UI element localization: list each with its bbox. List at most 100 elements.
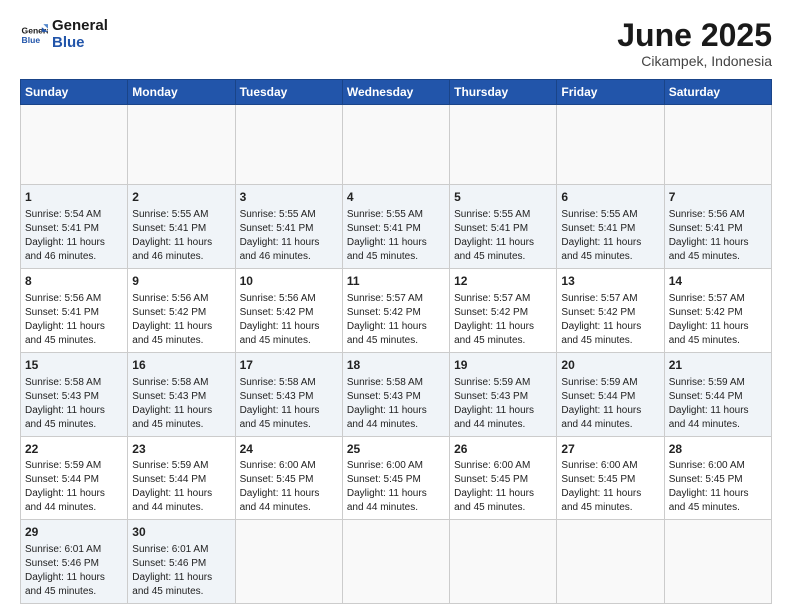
day-info: Sunrise: 5:55 AM: [561, 208, 659, 222]
day-info: Sunrise: 5:57 AM: [454, 292, 552, 306]
day-info: Sunset: 5:44 PM: [561, 390, 659, 404]
day-number: 23: [132, 441, 230, 458]
day-info: Sunset: 5:45 PM: [561, 473, 659, 487]
day-info: Sunset: 5:45 PM: [347, 473, 445, 487]
day-info: and 45 minutes.: [347, 250, 445, 264]
day-info: and 44 minutes.: [25, 501, 123, 515]
calendar-cell: 5Sunrise: 5:55 AMSunset: 5:41 PMDaylight…: [450, 185, 557, 269]
day-info: Daylight: 11 hours: [25, 320, 123, 334]
day-info: Daylight: 11 hours: [25, 487, 123, 501]
day-info: Sunrise: 5:59 AM: [669, 376, 767, 390]
day-info: Daylight: 11 hours: [561, 236, 659, 250]
calendar-subtitle: Cikampek, Indonesia: [617, 53, 772, 69]
day-info: Sunset: 5:41 PM: [347, 222, 445, 236]
calendar-page: General Blue General Blue June 2025 Cika…: [0, 0, 792, 614]
col-tuesday: Tuesday: [235, 80, 342, 105]
day-info: Daylight: 11 hours: [240, 236, 338, 250]
day-number: 22: [25, 441, 123, 458]
day-info: and 45 minutes.: [132, 585, 230, 599]
day-number: 1: [25, 189, 123, 206]
calendar-cell: 26Sunrise: 6:00 AMSunset: 5:45 PMDayligh…: [450, 436, 557, 520]
day-info: Sunset: 5:42 PM: [454, 306, 552, 320]
logo-text: General Blue: [52, 18, 108, 51]
day-info: Sunrise: 5:57 AM: [347, 292, 445, 306]
day-info: and 45 minutes.: [454, 250, 552, 264]
day-info: Sunset: 5:46 PM: [25, 557, 123, 571]
day-info: Daylight: 11 hours: [454, 236, 552, 250]
day-info: Daylight: 11 hours: [561, 404, 659, 418]
day-info: Sunset: 5:43 PM: [132, 390, 230, 404]
day-info: and 44 minutes.: [240, 501, 338, 515]
calendar-cell: 21 Sunrise: 5:59 AMSunset: 5:44 PMDayligh…: [664, 352, 771, 436]
calendar-cell: [557, 105, 664, 185]
day-info: Daylight: 11 hours: [669, 404, 767, 418]
day-info: Sunrise: 5:55 AM: [454, 208, 552, 222]
day-info: and 44 minutes.: [561, 418, 659, 432]
day-info: Sunset: 5:46 PM: [132, 557, 230, 571]
day-number: 14: [669, 273, 767, 290]
day-info: Sunrise: 5:59 AM: [454, 376, 552, 390]
day-info: Sunset: 5:43 PM: [240, 390, 338, 404]
day-info: Sunset: 5:41 PM: [669, 222, 767, 236]
day-number: 7: [669, 189, 767, 206]
day-number: 18: [347, 357, 445, 374]
calendar-cell: 12Sunrise: 5:57 AMSunset: 5:42 PMDayligh…: [450, 268, 557, 352]
day-info: and 45 minutes.: [669, 501, 767, 515]
day-info: Daylight: 11 hours: [347, 236, 445, 250]
day-info: Sunset: 5:41 PM: [561, 222, 659, 236]
day-number: 21: [669, 357, 767, 374]
day-number: 16: [132, 357, 230, 374]
calendar-cell: [235, 520, 342, 604]
day-number: 12: [454, 273, 552, 290]
day-number: 20: [561, 357, 659, 374]
calendar-cell: 1Sunrise: 5:54 AMSunset: 5:41 PMDaylight…: [21, 185, 128, 269]
day-info: Sunrise: 6:01 AM: [132, 543, 230, 557]
day-number: 28: [669, 441, 767, 458]
day-info: Sunrise: 5:57 AM: [561, 292, 659, 306]
day-number: 30: [132, 524, 230, 541]
day-info: Daylight: 11 hours: [25, 404, 123, 418]
day-info: Sunset: 5:44 PM: [669, 390, 767, 404]
day-number: 15: [25, 357, 123, 374]
day-info: Sunset: 5:45 PM: [454, 473, 552, 487]
day-info: Sunset: 5:45 PM: [669, 473, 767, 487]
day-info: Daylight: 11 hours: [132, 404, 230, 418]
day-info: Daylight: 11 hours: [240, 487, 338, 501]
col-sunday: Sunday: [21, 80, 128, 105]
calendar-week-3: 15Sunrise: 5:58 AMSunset: 5:43 PMDayligh…: [21, 352, 772, 436]
day-info: Sunrise: 5:59 AM: [561, 376, 659, 390]
logo: General Blue General Blue: [20, 18, 108, 51]
day-info: Sunset: 5:42 PM: [132, 306, 230, 320]
col-saturday: Saturday: [664, 80, 771, 105]
day-info: and 45 minutes.: [240, 334, 338, 348]
day-info: Daylight: 11 hours: [347, 487, 445, 501]
day-info: Sunset: 5:42 PM: [561, 306, 659, 320]
day-info: Sunset: 5:42 PM: [240, 306, 338, 320]
day-info: Sunrise: 6:00 AM: [454, 459, 552, 473]
day-info: Sunset: 5:41 PM: [240, 222, 338, 236]
day-info: Sunrise: 5:56 AM: [25, 292, 123, 306]
day-info: Sunset: 5:43 PM: [347, 390, 445, 404]
calendar-cell: 14Sunrise: 5:57 AMSunset: 5:42 PMDayligh…: [664, 268, 771, 352]
calendar-cell: [450, 520, 557, 604]
calendar-cell: [664, 520, 771, 604]
day-info: Sunrise: 5:59 AM: [25, 459, 123, 473]
day-info: and 46 minutes.: [25, 250, 123, 264]
calendar-cell: 7Sunrise: 5:56 AMSunset: 5:41 PMDaylight…: [664, 185, 771, 269]
day-info: Sunrise: 5:55 AM: [240, 208, 338, 222]
day-info: Daylight: 11 hours: [132, 320, 230, 334]
col-thursday: Thursday: [450, 80, 557, 105]
day-info: Daylight: 11 hours: [25, 236, 123, 250]
calendar-week-4: 22Sunrise: 5:59 AMSunset: 5:44 PMDayligh…: [21, 436, 772, 520]
day-info: Daylight: 11 hours: [669, 487, 767, 501]
calendar-cell: 27Sunrise: 6:00 AMSunset: 5:45 PMDayligh…: [557, 436, 664, 520]
calendar-week-5: 29Sunrise: 6:01 AMSunset: 5:46 PMDayligh…: [21, 520, 772, 604]
calendar-cell: [450, 105, 557, 185]
day-info: Daylight: 11 hours: [132, 236, 230, 250]
day-info: Sunrise: 6:00 AM: [669, 459, 767, 473]
day-number: 13: [561, 273, 659, 290]
day-info: Sunrise: 5:58 AM: [240, 376, 338, 390]
calendar-cell: 16Sunrise: 5:58 AMSunset: 5:43 PMDayligh…: [128, 352, 235, 436]
logo-icon: General Blue: [20, 21, 48, 49]
day-info: Daylight: 11 hours: [132, 571, 230, 585]
